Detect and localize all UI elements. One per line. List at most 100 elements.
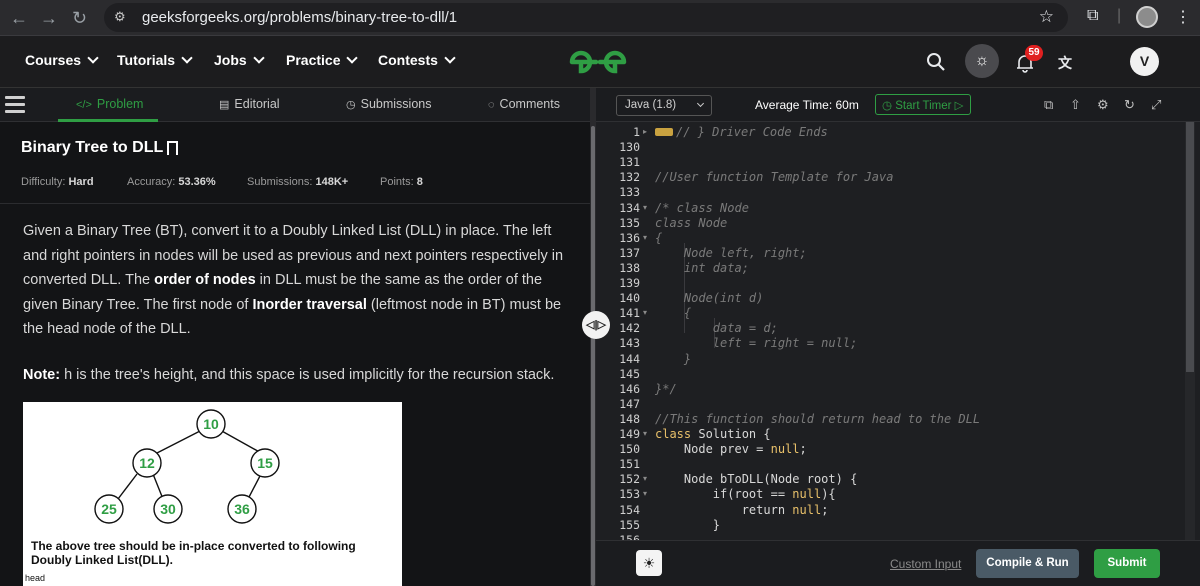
url-text[interactable]: geeksforgeeks.org/problems/binary-tree-t… [142,9,457,26]
reset-icon[interactable]: ↻ [1124,97,1135,113]
menu-jobs[interactable]: Jobs [214,52,265,68]
line-number: 133 [619,185,640,200]
code-line: left = right = null; [655,336,858,350]
tab-editorial-label: Editorial [234,97,280,111]
line-number: 1 [633,125,640,139]
note-label: Note: [23,367,61,383]
problem-title: Binary Tree to DLL [21,138,179,157]
menu-contests-label: Contests [378,52,438,68]
bookmark-star-icon[interactable]: ☆ [1039,7,1054,27]
pane-resize-handle-icon[interactable]: ◁|▷ [582,311,610,339]
fold-arrow-icon[interactable]: ▾ [643,233,647,242]
tab-comments-label: Comments [499,97,560,111]
start-timer-button[interactable]: ◷ Start Timer ▷ [875,94,971,115]
site-info-icon[interactable]: ⚙ [114,9,126,25]
fold-arrow-icon[interactable]: ▾ [643,308,647,317]
back-icon[interactable]: ← [10,8,28,29]
accuracy-value: 53.36% [178,176,216,188]
copy-icon[interactable]: ⧉ [1044,97,1053,113]
address-bar[interactable]: ⚙ geeksforgeeks.org/problems/binary-tree… [104,3,1068,32]
line-number: 155 [619,517,640,532]
tab-submissions-label: Submissions [360,97,432,111]
notification-badge: 59 [1025,45,1043,61]
gfg-logo[interactable] [568,48,628,76]
search-icon[interactable] [926,52,946,72]
tab-problem[interactable]: </> Problem [76,97,143,111]
line-number: 136 [619,230,640,245]
line-number: 137 [619,245,640,260]
submit-button[interactable]: Submit [1094,549,1160,578]
folded-region-marker[interactable] [655,128,673,136]
bookmark-icon[interactable] [167,141,179,155]
code-text: Solution { [691,427,771,441]
fold-arrow-icon[interactable]: ▾ [643,489,647,498]
code-text: Node bToDLL(Node root) { [655,472,858,487]
line-number: 140 [619,291,640,306]
problem-scrollbar-thumb[interactable] [591,126,595,586]
comment-text: //User function Template for Java [655,170,894,185]
language-select[interactable]: Java (1.8) [616,95,712,116]
upload-icon[interactable]: ⇧ [1070,97,1081,113]
comment-text: { [655,230,663,245]
tree-node-label: 36 [234,501,250,517]
menu-practice[interactable]: Practice [286,52,359,68]
hamburger-menu-icon[interactable] [5,96,25,114]
fold-arrow-icon[interactable]: ▾ [643,203,647,212]
fold-arrow-icon[interactable]: ▾ [643,474,647,483]
compile-run-button[interactable]: Compile & Run [976,549,1079,578]
editor-toolbar: Java (1.8) Average Time: 60m ◷ Start Tim… [596,88,1200,122]
accuracy-label: Accuracy: [127,176,176,188]
fold-arrow-icon[interactable]: ▾ [643,429,647,438]
play-icon: ▷ [951,100,964,112]
lightbulb-icon[interactable]: ☀ [636,550,662,576]
language-value: Java (1.8) [625,99,677,111]
browser-profile-icon[interactable] [1136,6,1158,28]
browser-menu-icon[interactable]: ⋮ [1175,7,1191,27]
theme-toggle-icon[interactable]: ☼ [965,44,999,78]
menu-contests[interactable]: Contests [378,52,456,68]
points-value: 8 [416,176,423,188]
comment-text: Node(int d) [655,291,764,306]
forward-icon[interactable]: → [40,8,58,29]
menu-tutorials[interactable]: Tutorials [117,52,193,68]
settings-icon[interactable]: ⚙ [1097,97,1109,113]
custom-input-link[interactable]: Custom Input [890,557,961,571]
line-number: 131 [619,155,640,170]
code-text: return [655,502,793,517]
code-line: class Solution { [655,427,771,441]
line-number: 153 [619,487,640,502]
tab-submissions[interactable]: ◷ Submissions [346,97,431,111]
fullscreen-icon[interactable]: ⤢ [1151,97,1161,113]
line-number: 146 [619,381,640,396]
timer-icon: ◷ [882,100,896,112]
tab-editorial[interactable]: ▤ Editorial [219,97,280,111]
code-editor[interactable]: // } Driver Code Ends //User function Tem… [655,122,1185,540]
line-number: 150 [619,442,640,457]
menu-courses[interactable]: Courses [25,52,99,68]
tab-comments[interactable]: ◌ Comments [488,97,560,111]
line-number: 148 [619,411,640,426]
tree-figure: 10 12 15 25 30 36 The above tree should … [23,402,402,586]
user-avatar[interactable]: V [1130,47,1159,76]
problem-tabs: </> Problem ▤ Editorial ◷ Submissions ◌ Comm… [0,88,590,122]
problem-pane: </> Problem ▤ Editorial ◷ Submissions ◌ Comm… [0,88,590,586]
null-literal: null [792,487,822,502]
fold-arrow-icon[interactable]: ▸ [643,127,647,136]
comment-text: class Node [655,215,728,230]
comment-text: int data; [655,260,749,275]
tree-node-label: 25 [101,501,117,517]
reload-icon[interactable]: ↻ [72,8,87,29]
extensions-icon[interactable]: ⧉ [1087,7,1098,25]
code-line: Node prev = null; [655,442,807,456]
submissions-value: 148K+ [315,176,349,188]
editor-actions: ☀ Custom Input Compile & Run Submit [596,540,1200,586]
code-line: } [655,352,691,366]
null-literal: null [770,442,800,457]
translate-icon[interactable]: 文 [1058,53,1072,73]
code-line: data = d; [655,321,778,335]
code-text: ; [821,502,829,517]
editor-scrollbar-thumb[interactable] [1186,122,1194,372]
head-label: head [25,573,46,583]
line-number: 130 [619,140,640,155]
chevron-down-icon [696,99,705,108]
